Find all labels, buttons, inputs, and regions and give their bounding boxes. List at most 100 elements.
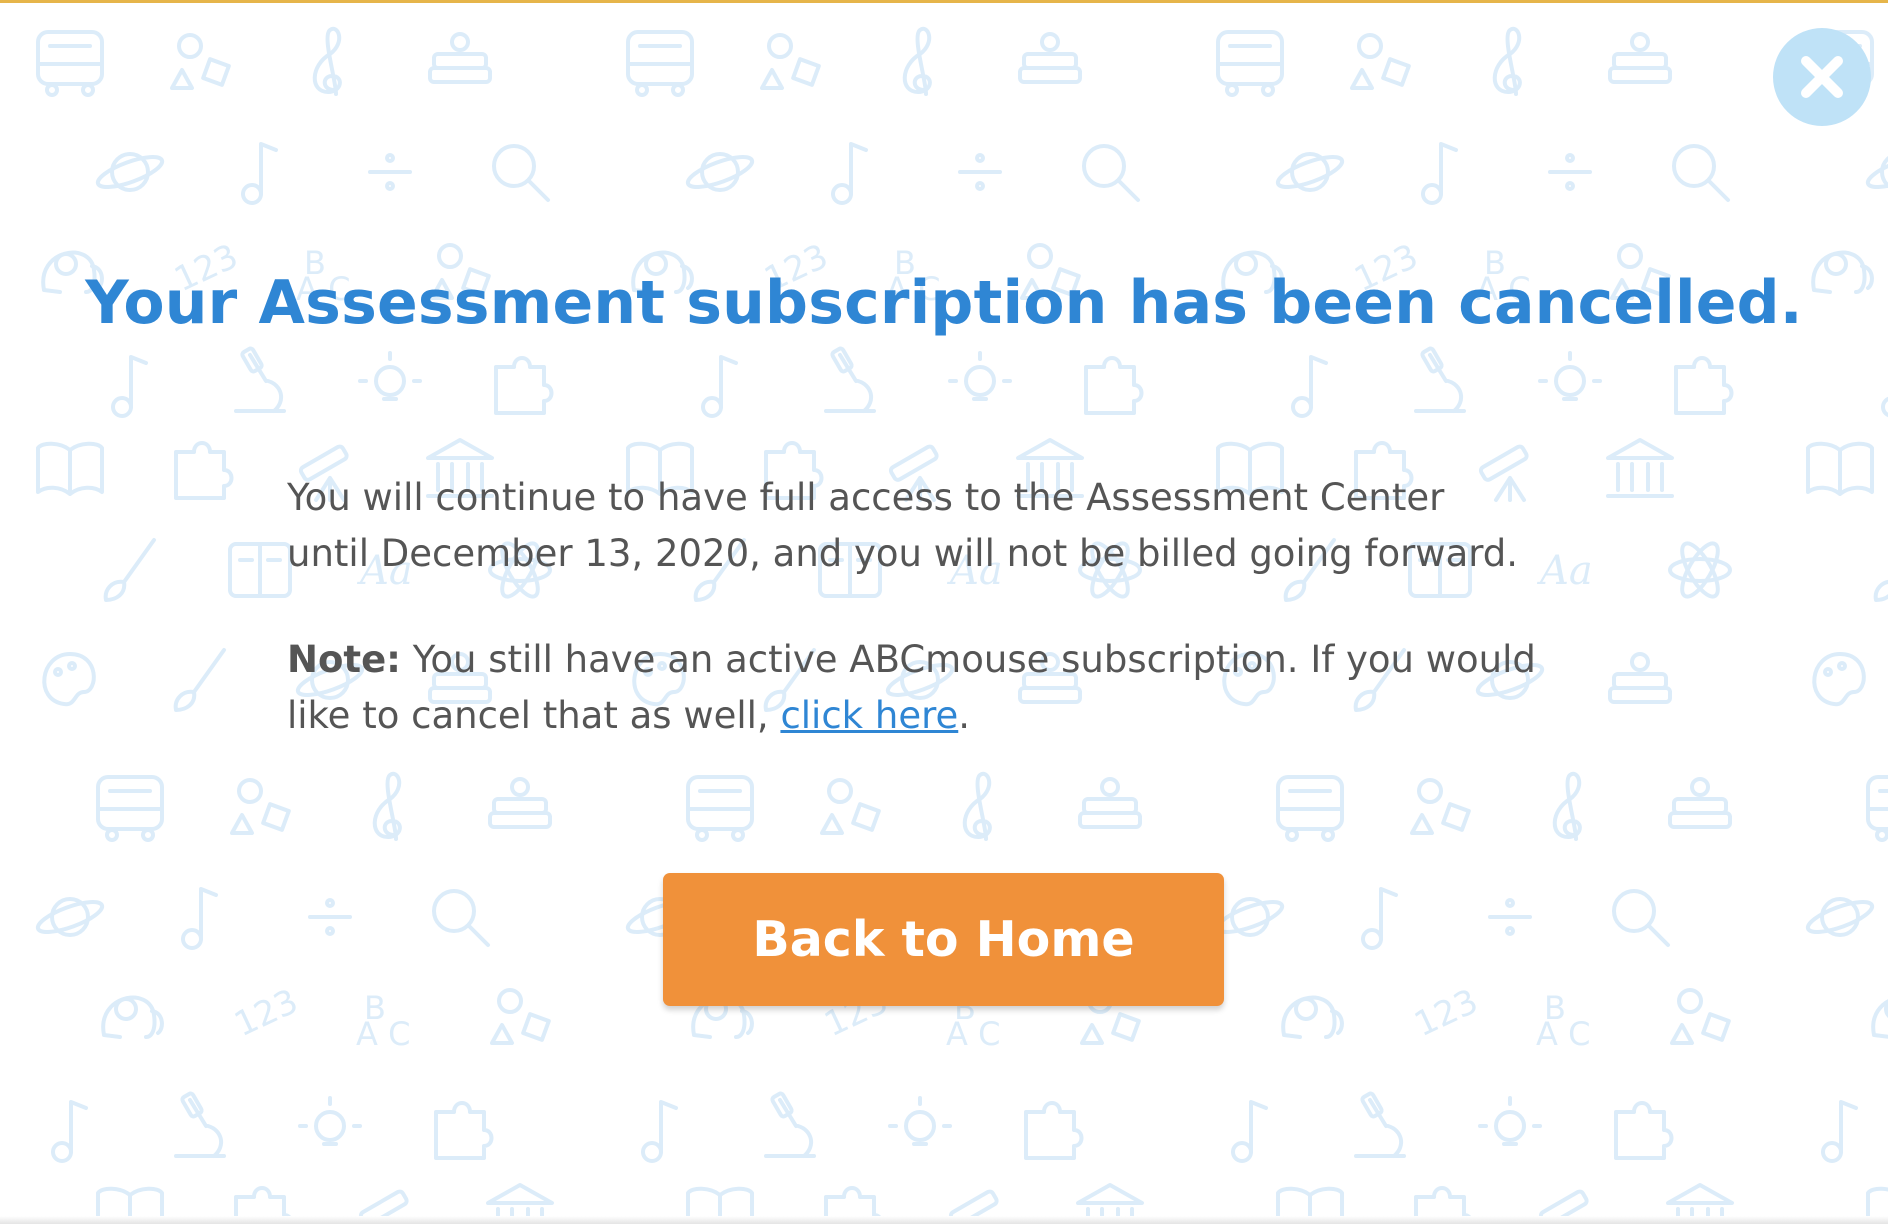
music-note-icon [1421,142,1458,205]
planet-icon [1805,897,1875,937]
divide-icon [1548,153,1592,191]
microscope-icon [174,1091,226,1158]
treble-clef-icon [902,26,932,96]
music-note-icon [111,355,148,418]
close-icon [1801,56,1843,98]
music-note-icon [1361,887,1398,950]
books-icon [1668,777,1732,829]
bottom-edge [0,1216,1888,1224]
elephant-icon [101,995,164,1039]
planet-icon [1865,155,1888,189]
treble-clef-icon [312,26,342,96]
puzzle-icon [174,441,234,500]
note-label: Note: [287,638,401,681]
access-line-1: You will continue to have full access to… [287,476,1445,519]
note-paragraph: Note: You still have an active ABCmouse … [287,632,1707,744]
magnifier-icon [1612,889,1670,947]
puzzle-icon [1674,356,1734,415]
bulb-icon [1478,1096,1542,1146]
books-icon [1078,777,1142,829]
close-button[interactable] [1773,28,1871,126]
music-note-icon [181,887,218,950]
music-note-icon [51,1100,88,1163]
books-icon [488,777,552,829]
open-book-icon [36,441,104,496]
music-note-icon [1291,355,1328,418]
bulb-icon [948,351,1012,401]
divide-icon [1488,898,1532,936]
svg-text:A C: A C [356,1015,410,1053]
puzzle-icon [1614,1101,1674,1160]
shapes-icon [490,988,551,1045]
magnifier-icon [1082,144,1140,202]
message-body: You will continue to have full access to… [287,470,1707,744]
puzzle-icon [1084,356,1144,415]
treble-clef-icon [962,771,992,841]
back-to-home-button[interactable]: Back to Home [663,873,1224,1006]
treble-clef-icon [1492,26,1522,96]
shapes-icon [820,778,881,835]
bus-icon [1276,775,1344,842]
microscope-icon [1354,1091,1406,1158]
music-note-icon [1881,396,1888,418]
brush-icon [103,538,156,602]
planet-icon [95,152,165,192]
puzzle-icon [494,356,554,415]
magnifier-icon [432,889,490,947]
bulb-icon [298,1096,362,1146]
access-paragraph: You will continue to have full access to… [287,470,1707,582]
treble-clef-icon [1552,771,1582,841]
shapes-icon [760,33,821,90]
shapes-icon [170,33,231,90]
magnifier-icon [1672,144,1730,202]
music-note-icon [641,1100,678,1163]
brush-icon [1873,580,1888,602]
page-title: Your Assessment subscription has been ca… [85,268,1803,338]
svg-text:123: 123 [228,981,304,1045]
planet-icon [1215,897,1285,937]
puzzle-icon [1024,1101,1084,1160]
microscope-icon [764,1091,816,1158]
notebook-icon [228,542,292,598]
music-note-icon [831,142,868,205]
bulb-icon [888,1096,952,1146]
divide-icon [308,898,352,936]
abc-icon: BA C [356,989,410,1053]
bus-icon [1866,775,1888,842]
shapes-icon [1670,988,1731,1045]
bus-icon [36,30,104,97]
microscope-icon [234,346,286,413]
cancellation-modal: 123 B A C 123 B A C 123 B A C Aa Aa Aa 123 B A C 123 B A … [0,0,1888,1224]
note-line-2: like to cancel that as well, [287,694,781,737]
note-end: . [958,694,971,737]
bus-icon [96,775,164,842]
bus-icon [1216,30,1284,97]
puzzle-icon [434,1101,494,1160]
abc-icon: BA C [1536,989,1590,1053]
elephant-icon [1281,995,1344,1039]
palette-icon [1812,652,1866,707]
microscope-icon [1414,346,1466,413]
palette-icon [42,652,96,707]
divide-icon [958,153,1002,191]
shapes-icon [1410,778,1471,835]
svg-text:123: 123 [1408,981,1484,1045]
planet-icon [35,897,105,937]
music-note-icon [1231,1100,1268,1163]
access-line-2: until December 13, 2020, and you will no… [287,532,1519,575]
planet-icon [685,152,755,192]
bus-icon [686,775,754,842]
bulb-icon [1538,351,1602,401]
bulb-icon [358,351,422,401]
planet-icon [1275,152,1345,192]
brush-icon [173,648,226,712]
cancel-abcmouse-link[interactable]: click here [780,694,958,737]
books-icon [1608,32,1672,84]
note-line-1: You still have an active ABCmouse subscr… [400,638,1536,681]
music-note-icon [241,142,278,205]
divide-icon [368,153,412,191]
music-note-icon [701,355,738,418]
shapes-icon [1350,33,1411,90]
svg-text:A C: A C [946,1015,1000,1053]
numbers-icon: 123 [1408,981,1484,1045]
